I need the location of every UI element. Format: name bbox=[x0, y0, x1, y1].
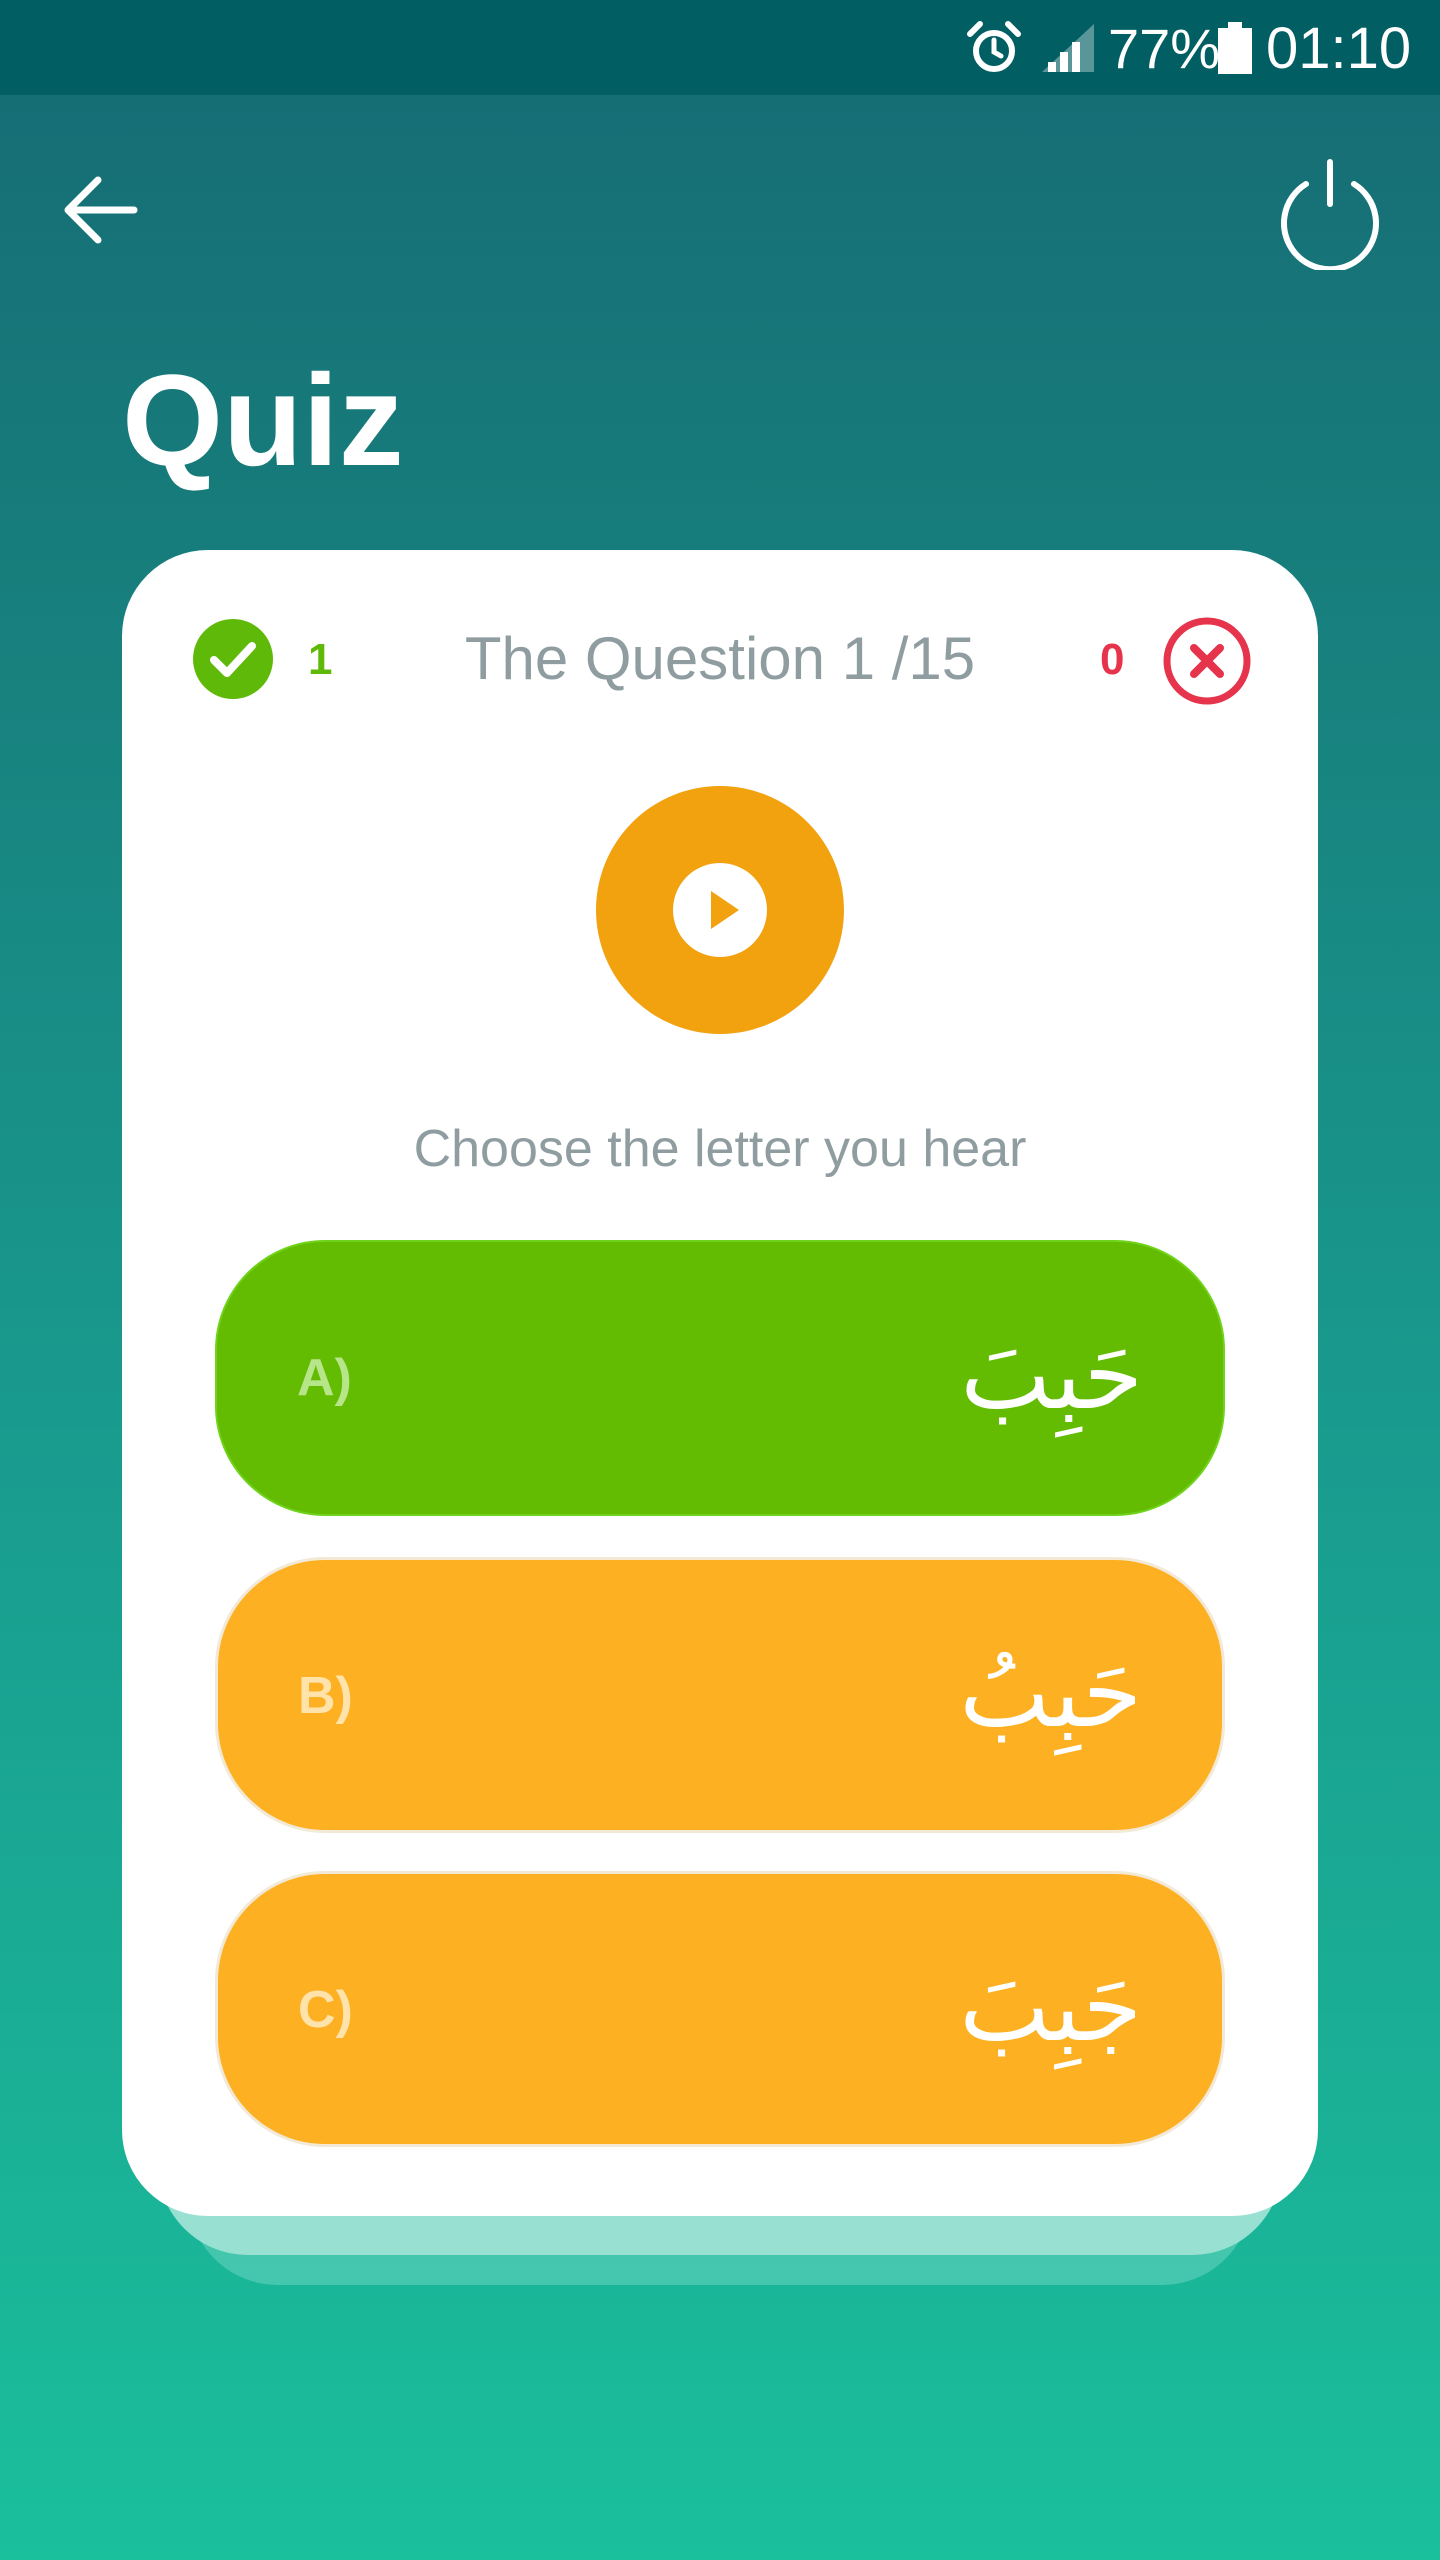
alarm-icon bbox=[967, 21, 1021, 72]
play-audio-button[interactable] bbox=[596, 786, 844, 1034]
option-c-button[interactable]: C) جَبِبَ bbox=[215, 1871, 1225, 2147]
option-arabic-text: حَبِبَ bbox=[960, 1319, 1143, 1431]
clock: 01:10 bbox=[1266, 16, 1412, 81]
page-title: Quiz bbox=[122, 347, 404, 493]
option-a-button[interactable]: A) حَبِبَ bbox=[215, 1240, 1225, 1516]
play-icon bbox=[673, 863, 767, 957]
check-circle-icon bbox=[193, 619, 273, 699]
close-circle-icon bbox=[1163, 617, 1251, 705]
battery-icon bbox=[1218, 22, 1252, 74]
back-arrow-icon[interactable] bbox=[50, 160, 160, 260]
option-arabic-text: جَبِبَ bbox=[959, 1951, 1142, 2063]
signal-icon bbox=[1042, 24, 1094, 72]
power-icon[interactable] bbox=[1270, 150, 1390, 270]
option-arabic-text: حَبِبُ bbox=[959, 1637, 1142, 1749]
option-b-button[interactable]: B) حَبِبُ bbox=[215, 1557, 1225, 1833]
question-counter: The Question 1 /15 bbox=[464, 625, 976, 692]
option-letter: A) bbox=[297, 1349, 352, 1407]
correct-count: 1 bbox=[308, 635, 333, 684]
battery-percent: 77% bbox=[1108, 17, 1221, 80]
option-letter: C) bbox=[298, 1981, 353, 2039]
wrong-count: 0 bbox=[1100, 635, 1125, 684]
option-letter: B) bbox=[298, 1667, 353, 1725]
status-bar: 77% 01:10 bbox=[0, 0, 1440, 95]
instruction-text: Choose the letter you hear bbox=[413, 1120, 1027, 1178]
